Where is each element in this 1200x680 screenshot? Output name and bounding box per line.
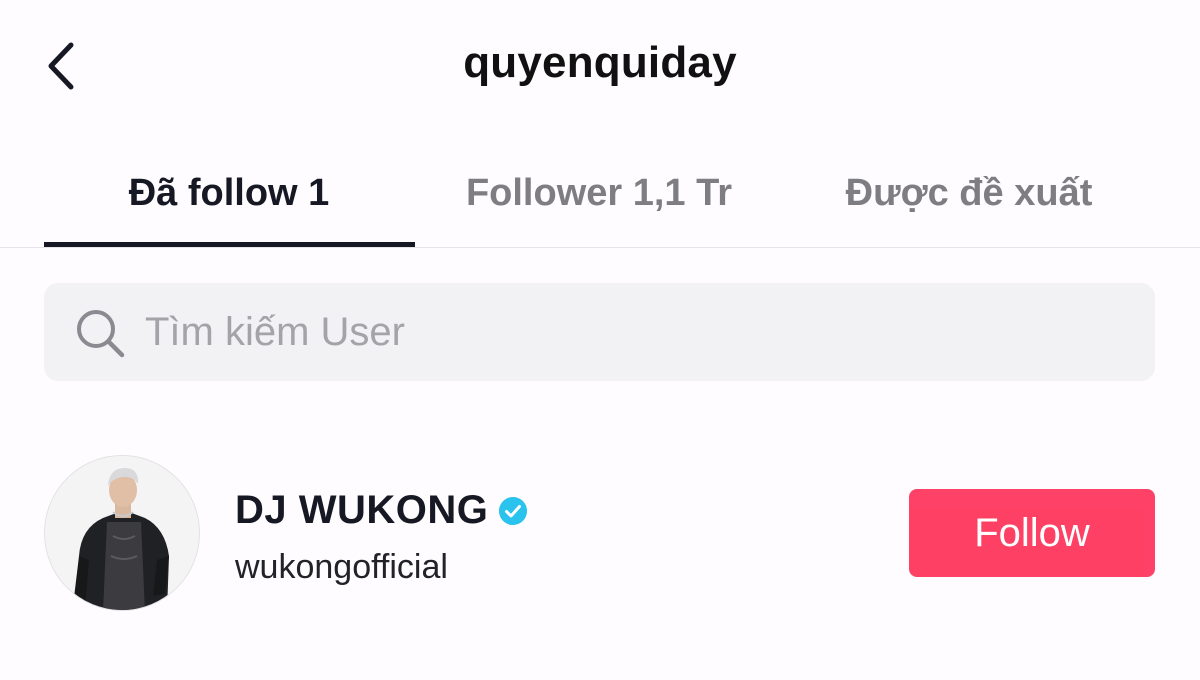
user-name-text: DJ WUKONG xyxy=(235,488,489,532)
header: quyenquiday xyxy=(0,0,1200,130)
active-tab-indicator xyxy=(44,242,415,247)
tab-bar: Đã follow 1 Follower 1,1 Tr Được đề xuất xyxy=(0,140,1200,248)
tab-following[interactable]: Đã follow 1 xyxy=(44,140,414,246)
search-icon xyxy=(77,310,125,358)
search-input[interactable] xyxy=(145,283,1125,381)
tab-followers[interactable]: Follower 1,1 Tr xyxy=(414,140,784,246)
page-title: quyenquiday xyxy=(463,38,737,87)
search-box[interactable] xyxy=(44,283,1155,381)
verified-badge-icon xyxy=(499,496,528,525)
user-photo xyxy=(45,456,199,610)
follow-button[interactable]: Follow xyxy=(909,489,1155,577)
user-handle: wukongofficial xyxy=(235,548,448,586)
tab-suggested[interactable]: Được đề xuất xyxy=(784,140,1154,246)
avatar[interactable] xyxy=(44,455,200,611)
user-display-name[interactable]: DJ WUKONG xyxy=(235,488,528,533)
list-item[interactable]: DJ WUKONG wukongofficial Follow xyxy=(0,440,1200,630)
